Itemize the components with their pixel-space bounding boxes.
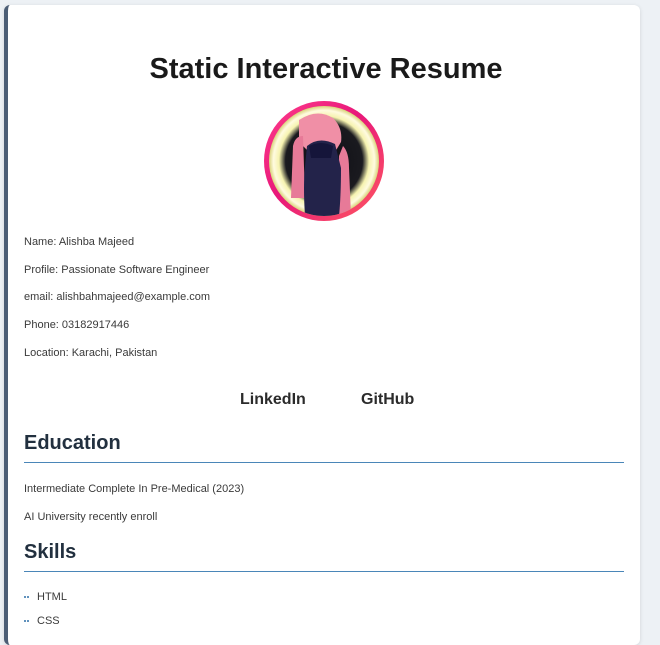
github-link[interactable]: GitHub: [361, 390, 414, 410]
skills-heading: Skills: [24, 541, 77, 563]
resume-card: Static Interactive Resume Name: Alishba …: [4, 5, 640, 645]
skill-label: HTML: [37, 591, 67, 603]
bullet-icon: [24, 619, 29, 623]
profile-email: email: alishbahmajeed@example.com: [24, 291, 211, 303]
education-item: AI University recently enroll: [24, 511, 158, 523]
education-divider: [24, 462, 624, 463]
skill-label: CSS: [37, 615, 60, 627]
profile-summary: Profile: Passionate Software Engineer: [24, 264, 210, 276]
bullet-icon: [24, 595, 29, 599]
page-title: Static Interactive Resume: [149, 53, 503, 85]
profile-photo: [264, 101, 384, 221]
education-heading: Education: [24, 432, 121, 454]
linkedin-link[interactable]: LinkedIn: [240, 390, 306, 410]
skill-item: CSS: [24, 614, 60, 628]
profile-location: Location: Karachi, Pakistan: [24, 347, 158, 359]
profile-phone: Phone: 03182917446: [24, 319, 130, 331]
skills-divider: [24, 571, 624, 572]
education-item: Intermediate Complete In Pre-Medical (20…: [24, 483, 245, 495]
profile-photo-image: [269, 106, 379, 216]
skill-item: HTML: [24, 590, 67, 604]
profile-name: Name: Alishba Majeed: [24, 236, 135, 248]
